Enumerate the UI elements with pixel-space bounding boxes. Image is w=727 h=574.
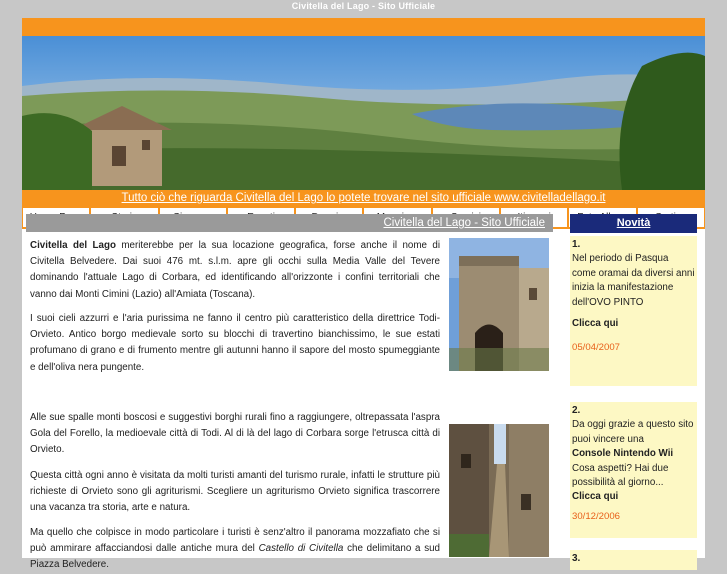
paragraph-2: I suoi cieli azzurri e l'aria purissima … [30, 313, 440, 373]
news-item: 2. Da oggi grazie a questo sito puoi vin… [570, 402, 697, 538]
paragraph-4: Questa città ogni anno è visitata da mol… [30, 470, 440, 514]
news-number: 2. [572, 405, 581, 416]
news-header: Novità [570, 214, 697, 233]
castle-tower-photo [449, 238, 549, 371]
tagline-link[interactable]: Tutto ciò che riguarda Civitella del Lag… [122, 192, 606, 204]
main-content: Civitella del Lago - Sito Ufficiale Civi… [26, 214, 553, 570]
news-read-more-link[interactable]: Clicca qui [572, 317, 695, 331]
banner-panorama [22, 36, 705, 190]
news-item: 3. [570, 550, 697, 570]
section-header: Civitella del Lago - Sito Ufficiale [26, 214, 553, 232]
news-text: Cosa aspetti? Hai due possibilità al gio… [572, 462, 669, 489]
news-read-more-link[interactable]: Clicca qui [572, 490, 695, 504]
news-title-link[interactable]: Novità [617, 217, 651, 229]
tagline-bar: Tutto ciò che riguarda Civitella del Lag… [22, 190, 705, 206]
news-date: 05/04/2007 [572, 342, 621, 354]
news-highlight: Console Nintendo Wii [572, 448, 674, 460]
news-number: 1. [572, 239, 581, 250]
top-accent-bar [22, 18, 705, 36]
paragraph-5: Ma quello che colpisce in modo particola… [30, 525, 440, 574]
intro-paragraph: Civitella del Lago meriterebbe per la su… [30, 238, 440, 303]
section-title[interactable]: Civitella del Lago - Sito Ufficiale [383, 217, 553, 229]
paragraph-3: Alle sue spalle monti boscosi e suggesti… [30, 412, 440, 456]
news-number: 3. [572, 553, 581, 564]
news-text: Da oggi grazie a questo sito puoi vincer… [572, 419, 694, 445]
window-title: Civitella del Lago - Sito Ufficiale [291, 1, 436, 11]
news-date: 30/12/2006 [572, 510, 621, 522]
news-sidebar: Novità 1. Nel periodo di Pasqua come ora… [570, 214, 697, 570]
village-street-photo [449, 424, 549, 557]
intro-bold-name: Civitella del Lago [30, 240, 116, 251]
page-frame: Tutto ciò che riguarda Civitella del Lag… [22, 18, 705, 570]
news-item: 1. Nel periodo di Pasqua come oramai da … [570, 236, 697, 386]
news-text: Nel periodo di Pasqua come oramai da div… [572, 253, 695, 308]
